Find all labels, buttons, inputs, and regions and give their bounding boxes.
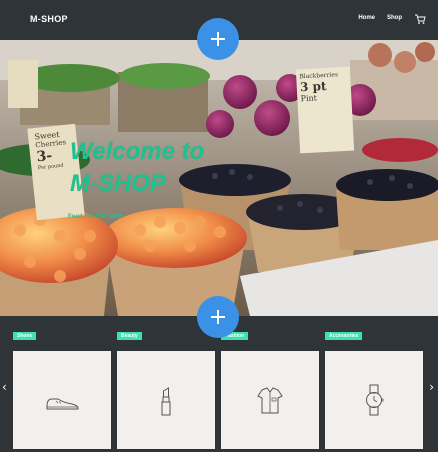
category-card-fashion[interactable]: Fashion [221,324,319,449]
add-section-button-middle[interactable] [197,296,239,338]
add-section-button-top[interactable] [197,18,239,60]
lipstick-icon [161,387,171,416]
category-card-accessories[interactable]: Accessories [325,324,423,449]
hero-banner: Sweet Cherries 3- Per pound Blackberries… [0,40,438,316]
main-nav: Home Shop [358,12,426,24]
category-tag: Shoes [13,332,37,340]
brand-logo[interactable]: M-SHOP [30,14,68,24]
blackberry-sign: Blackberries 3 pt Pint [299,71,351,103]
nav-home[interactable]: Home [358,15,375,21]
cart-icon[interactable] [414,12,426,24]
shirt-icon [257,387,283,414]
category-image[interactable] [13,351,111,449]
category-card-shoes[interactable]: Shoes [13,324,111,449]
watch-icon [366,384,384,416]
category-image[interactable] [221,351,319,449]
page: M-SHOP Home Shop Sweet Cherries 3- Per p… [0,0,438,452]
hero-title-line1: Welcome to [70,138,205,165]
category-tag: Beauty [117,332,142,340]
hero-title: Welcome to M-SHOP [70,136,290,200]
plus-icon [211,32,225,46]
hero-subtitle: Food For Life Smile [68,214,125,220]
carousel-prev-arrow[interactable]: ‹ [2,380,7,394]
plus-icon [211,310,225,324]
category-image[interactable] [325,351,423,449]
category-tag: Accessories [325,332,363,340]
carousel-next-arrow[interactable]: › [429,380,434,394]
nav-shop[interactable]: Shop [387,15,402,21]
shoe-icon [46,398,79,410]
hero-title-line2: M-SHOP [70,170,166,197]
category-card-beauty[interactable]: Beauty [117,324,215,449]
category-image[interactable] [117,351,215,449]
